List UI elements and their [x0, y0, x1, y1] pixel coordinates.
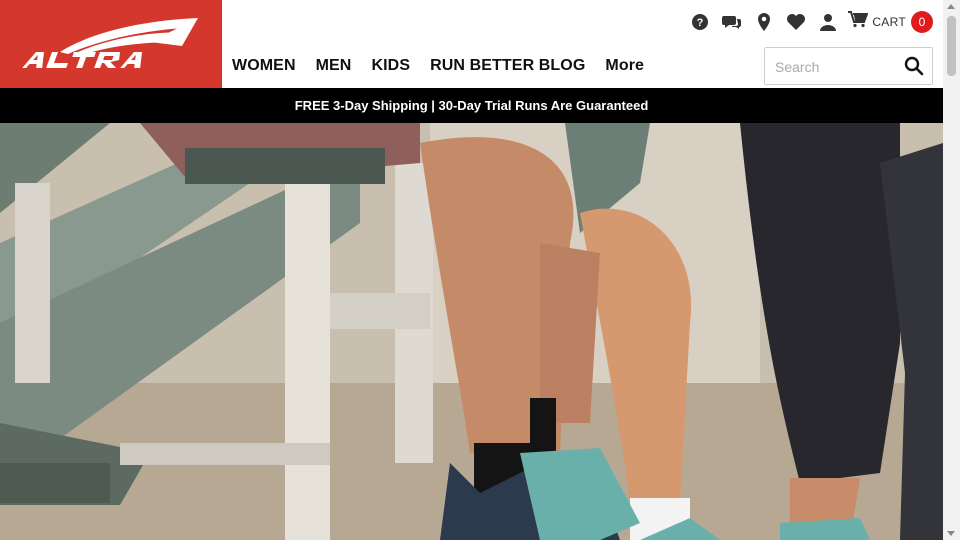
help-icon[interactable]: ?: [688, 11, 712, 33]
nav-run-better-blog[interactable]: RUN BETTER BLOG: [430, 57, 585, 75]
altra-logo[interactable]: [0, 0, 222, 88]
main-nav: WOMEN MEN KIDS RUN BETTER BLOG More: [232, 57, 664, 75]
svg-text:?: ?: [697, 17, 704, 29]
promo-banner[interactable]: FREE 3-Day Shipping | 30-Day Trial Runs …: [0, 88, 943, 123]
utility-bar: ? CART 0: [680, 10, 933, 33]
location-pin-icon[interactable]: [752, 11, 776, 33]
heart-icon[interactable]: [784, 11, 808, 33]
cart-icon: [848, 10, 869, 33]
cart-button[interactable]: CART 0: [848, 10, 933, 33]
cart-count-badge: 0: [911, 10, 933, 33]
scrollbar-thumb[interactable]: [947, 16, 956, 76]
page-scrollbar[interactable]: [943, 0, 960, 540]
scroll-up-arrow-icon[interactable]: [947, 4, 955, 9]
chat-icon[interactable]: [720, 11, 744, 33]
search-box: [764, 47, 933, 85]
nav-kids[interactable]: KIDS: [371, 57, 410, 75]
scroll-down-arrow-icon[interactable]: [947, 531, 955, 536]
search-input[interactable]: [773, 56, 897, 78]
account-icon[interactable]: [816, 11, 840, 33]
cart-label: CART: [872, 14, 906, 29]
nav-women[interactable]: WOMEN: [232, 57, 296, 75]
promo-text: FREE 3-Day Shipping | 30-Day Trial Runs …: [294, 98, 649, 113]
hero-image[interactable]: [0, 123, 943, 540]
search-icon[interactable]: [904, 56, 924, 76]
nav-men[interactable]: MEN: [316, 57, 352, 75]
nav-more[interactable]: More: [605, 57, 644, 75]
site-header: WOMEN MEN KIDS RUN BETTER BLOG More ? CA…: [0, 0, 943, 88]
